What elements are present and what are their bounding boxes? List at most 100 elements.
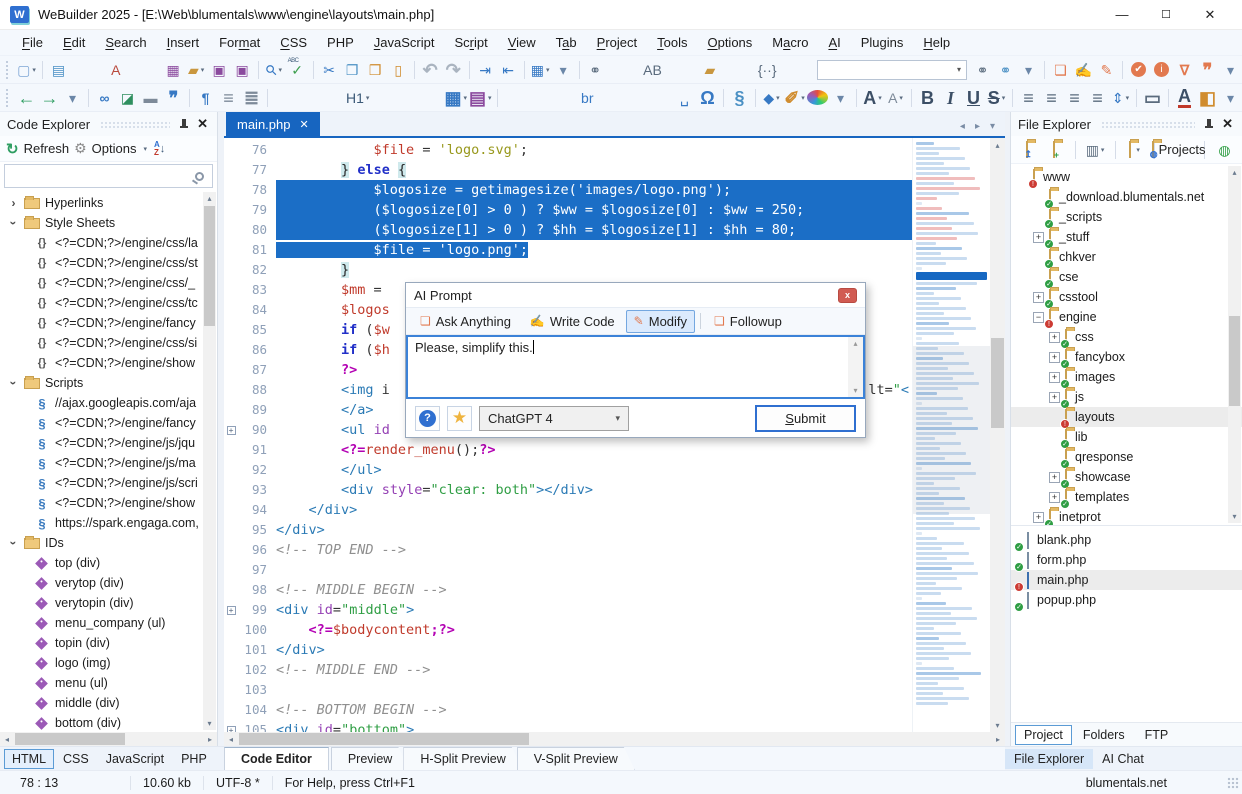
dropdown-icon[interactable]: ▾ xyxy=(899,94,903,102)
toolbar-overflow-1-button[interactable]: ▾ xyxy=(553,59,574,81)
fold-toggle-icon[interactable]: + xyxy=(227,606,236,615)
italic-button[interactable]: I xyxy=(940,87,961,109)
tab-ftp[interactable]: FTP xyxy=(1136,725,1178,745)
tree-item-menu-company-ul[interactable]: menu_company (ul) xyxy=(0,613,217,633)
editor-vertical-scrollbar[interactable]: ▴ ▾ xyxy=(990,138,1005,732)
tree-group-style-sheets[interactable]: ›Style Sheets xyxy=(0,213,217,233)
menu-item-help[interactable]: Help xyxy=(913,35,960,50)
expand-toggle-icon[interactable]: + xyxy=(1049,492,1060,503)
tab-project[interactable]: Project xyxy=(1015,725,1072,745)
refresh-button[interactable]: Refresh xyxy=(24,141,70,156)
tree-item-bottom-div[interactable]: bottom (div) xyxy=(0,713,217,732)
navigate-back-button[interactable]: ← xyxy=(16,87,37,109)
fx-tree-item-js[interactable]: +✓js xyxy=(1011,387,1242,407)
justify-button[interactable]: ≡ xyxy=(1087,87,1108,109)
tree-vertical-scrollbar[interactable]: ▴▾ xyxy=(203,192,216,730)
fx-tree-item-scripts[interactable]: ✓_scripts xyxy=(1011,207,1242,227)
code-line-78[interactable]: 78 $logosize = getimagesize('images/logo… xyxy=(224,180,912,200)
search-button[interactable]: ⚲▾ xyxy=(264,59,285,81)
expand-toggle-icon[interactable]: + xyxy=(1033,292,1044,303)
toolbar-overflow-4-button[interactable]: ▾ xyxy=(62,87,83,109)
find-next-button[interactable]: ⚭ xyxy=(972,59,993,81)
tree-item-cdn-engine-js-jqu[interactable]: §<?=CDN;?>/engine/js/jqu xyxy=(0,433,217,453)
toolbar-overflow-6-button[interactable]: ▾ xyxy=(1220,87,1241,109)
ai-tab-write-code[interactable]: ✍Write Code xyxy=(522,310,623,333)
tree-item-cdn-engine-js-ma[interactable]: §<?=CDN;?>/engine/js/ma xyxy=(0,453,217,473)
scroll-tabs-right-icon[interactable]: ▸ xyxy=(975,121,980,132)
fx-tree-item-engine[interactable]: −!engine xyxy=(1011,307,1242,327)
expand-toggle-icon[interactable]: + xyxy=(1033,512,1044,523)
tree-item-cdn-engine-css-tc[interactable]: {}<?=CDN;?>/engine/css/tc xyxy=(0,293,217,313)
format-painter-button[interactable]: ✐▾ xyxy=(784,87,805,109)
new-folder-button[interactable]: + xyxy=(1045,139,1066,161)
tree-item-cdn-engine-css-la[interactable]: {}<?=CDN;?>/engine/css/la xyxy=(0,233,217,253)
model-select[interactable]: ChatGPT 4 ▾ xyxy=(479,406,629,431)
fx-tree-item-css[interactable]: +✓css xyxy=(1011,327,1242,347)
code-line-97[interactable]: 97 xyxy=(224,560,912,580)
tab-preview[interactable]: Preview xyxy=(331,747,409,770)
fx-tree-item-chkver[interactable]: ✓chkver xyxy=(1011,247,1242,267)
tree-item-topin-div[interactable]: topin (div) xyxy=(0,633,217,653)
indent-button[interactable]: ⇥ xyxy=(475,59,496,81)
editor-horizontal-scrollbar[interactable]: ◂▸ xyxy=(224,732,1005,746)
fx-tree-vertical-scrollbar[interactable]: ▴▾ xyxy=(1228,166,1241,523)
code-line-93[interactable]: 93 <div style="clear: both"></div> xyxy=(224,480,912,500)
tree-group-hyperlinks[interactable]: ›Hyperlinks xyxy=(0,193,217,213)
redo-button[interactable]: ↷ xyxy=(443,59,464,81)
encoding[interactable]: UTF-8 * xyxy=(204,776,272,790)
minimap[interactable] xyxy=(912,138,990,732)
find-in-folder-button[interactable]: ▰ xyxy=(699,59,720,81)
underline-button[interactable]: U xyxy=(963,87,984,109)
dropdown-icon[interactable]: ▾ xyxy=(546,66,550,74)
expand-toggle-icon[interactable]: + xyxy=(1033,232,1044,243)
fx-tree-item-showcase[interactable]: +✓showcase xyxy=(1011,467,1242,487)
text-box-button[interactable]: ▭ xyxy=(1142,87,1163,109)
special-character-button[interactable]: Ω xyxy=(697,87,718,109)
align-left-button[interactable]: ≡ xyxy=(1018,87,1039,109)
tree-item-logo-img[interactable]: logo (img) xyxy=(0,653,217,673)
outdent-button[interactable]: ⇤ xyxy=(498,59,519,81)
options-dropdown-icon[interactable]: ▾ xyxy=(143,145,147,153)
dropdown-icon[interactable]: ▾ xyxy=(801,94,805,102)
paste-button[interactable]: ❒ xyxy=(365,59,386,81)
ai-proofread-button[interactable]: ✔ xyxy=(1128,59,1149,81)
fx-tree-item-www[interactable]: !www xyxy=(1011,167,1242,187)
menu-item-php[interactable]: PHP xyxy=(317,35,364,50)
search-input[interactable] xyxy=(5,166,195,186)
tab-ai-chat[interactable]: AI Chat xyxy=(1093,749,1153,769)
save-button[interactable]: ▣ xyxy=(209,59,230,81)
file-item-blank-php[interactable]: ✓blank.php xyxy=(1011,530,1242,550)
copy-button[interactable]: ❐ xyxy=(342,59,363,81)
dropdown-icon[interactable]: ▾ xyxy=(1136,146,1140,154)
expander-icon[interactable]: › xyxy=(7,538,21,549)
projects-button[interactable]: ◍Projects xyxy=(1164,139,1196,161)
line-spacing-button[interactable]: ⇕▾ xyxy=(1110,87,1131,109)
insert-link-button[interactable]: ∞ xyxy=(94,87,115,109)
tree-item-https-spark-engaga-com[interactable]: §https://spark.engaga.com, xyxy=(0,513,217,533)
ai-write-code-button[interactable]: ✍ xyxy=(1073,59,1094,81)
new-html-document-button[interactable]: A xyxy=(71,59,161,81)
tab-css[interactable]: CSS xyxy=(55,749,97,769)
code-line-95[interactable]: 95</div> xyxy=(224,520,912,540)
tree-group-scripts[interactable]: ›Scripts xyxy=(0,373,217,393)
fill-color-button[interactable]: ◧ xyxy=(1197,87,1218,109)
toolbar-overflow-3-button[interactable]: ▾ xyxy=(1220,59,1241,81)
expand-toggle-icon[interactable]: + xyxy=(1049,472,1060,483)
tree-item-cdn-engine-css-st[interactable]: {}<?=CDN;?>/engine/css/st xyxy=(0,253,217,273)
insert-tag-button[interactable]: ◆▾ xyxy=(761,87,782,109)
tree-item-cdn-engine-fancy[interactable]: {}<?=CDN;?>/engine/fancy xyxy=(0,313,217,333)
dialog-close-button[interactable]: x xyxy=(838,288,857,303)
tab-h-split-preview[interactable]: H-Split Preview xyxy=(403,747,522,770)
code-line-77[interactable]: 77 } else { xyxy=(224,160,912,180)
code-line-94[interactable]: 94 </div> xyxy=(224,500,912,520)
fx-tree-item-images[interactable]: +✓images xyxy=(1011,367,1242,387)
tree-item-cdn-engine-fancy[interactable]: §<?=CDN;?>/engine/fancy xyxy=(0,413,217,433)
gear-icon[interactable]: ⚙ xyxy=(74,140,87,157)
favorite-button[interactable]: ★ xyxy=(447,406,472,431)
menu-item-file[interactable]: File xyxy=(12,35,53,50)
tree-item-top-div[interactable]: top (div) xyxy=(0,553,217,573)
code-line-80[interactable]: 80 ($logosize[1] > 0 ) ? $hh = $logosize… xyxy=(224,220,912,240)
fx-tree-item-fancybox[interactable]: +✓fancybox xyxy=(1011,347,1242,367)
insert-hr-button[interactable]: ▬ xyxy=(140,87,161,109)
close-panel-icon[interactable]: ✕ xyxy=(195,116,210,132)
